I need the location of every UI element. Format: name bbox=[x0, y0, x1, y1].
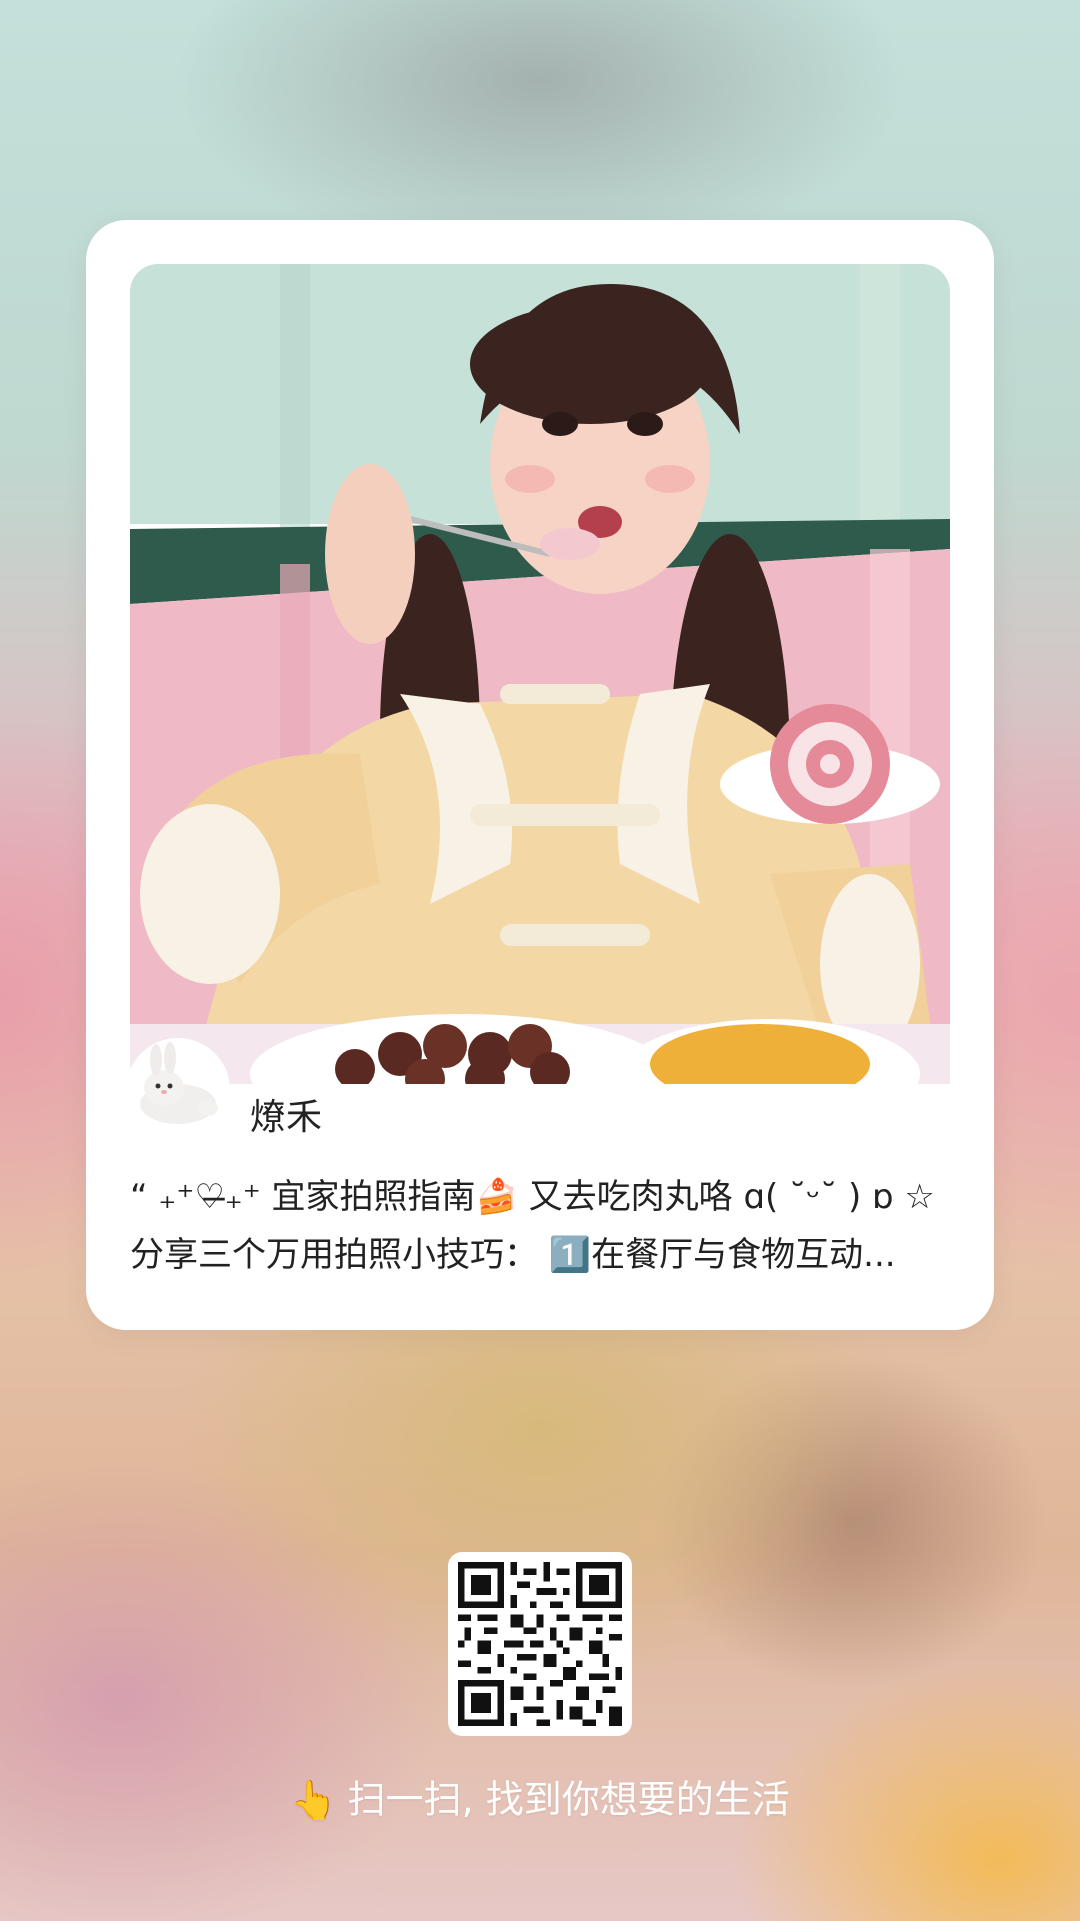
scan-text: 扫一扫, 找到你想要的生活 bbox=[347, 1777, 790, 1822]
pointing-hand-icon: 👆 bbox=[290, 1777, 338, 1822]
qr-code[interactable] bbox=[448, 1552, 632, 1736]
author-avatar[interactable] bbox=[126, 1038, 230, 1142]
cover-photo[interactable] bbox=[130, 264, 950, 1084]
scan-prompt: 👆 扫一扫, 找到你想要的生活 bbox=[0, 1772, 1080, 1825]
description-line-1: “ ₊⁺♡̶₊⁺ 宜家拍照指南🍰 又去吃肉丸咯 ɑ( ˘ᵕ˘ ) ɒ ☆ bbox=[130, 1177, 935, 1217]
note-description[interactable]: “ ₊⁺♡̶₊⁺ 宜家拍照指南🍰 又去吃肉丸咯 ɑ( ˘ᵕ˘ ) ɒ ☆ 分享三… bbox=[130, 1168, 960, 1284]
share-card[interactable]: 燎禾 “ ₊⁺♡̶₊⁺ 宜家拍照指南🍰 又去吃肉丸咯 ɑ( ˘ᵕ˘ ) ɒ ☆ … bbox=[86, 220, 994, 1330]
author-name[interactable]: 燎禾 bbox=[250, 1100, 322, 1136]
description-line-2: 分享三个万用拍照小技巧： 1️⃣在餐厅与食物互动... bbox=[130, 1235, 896, 1275]
